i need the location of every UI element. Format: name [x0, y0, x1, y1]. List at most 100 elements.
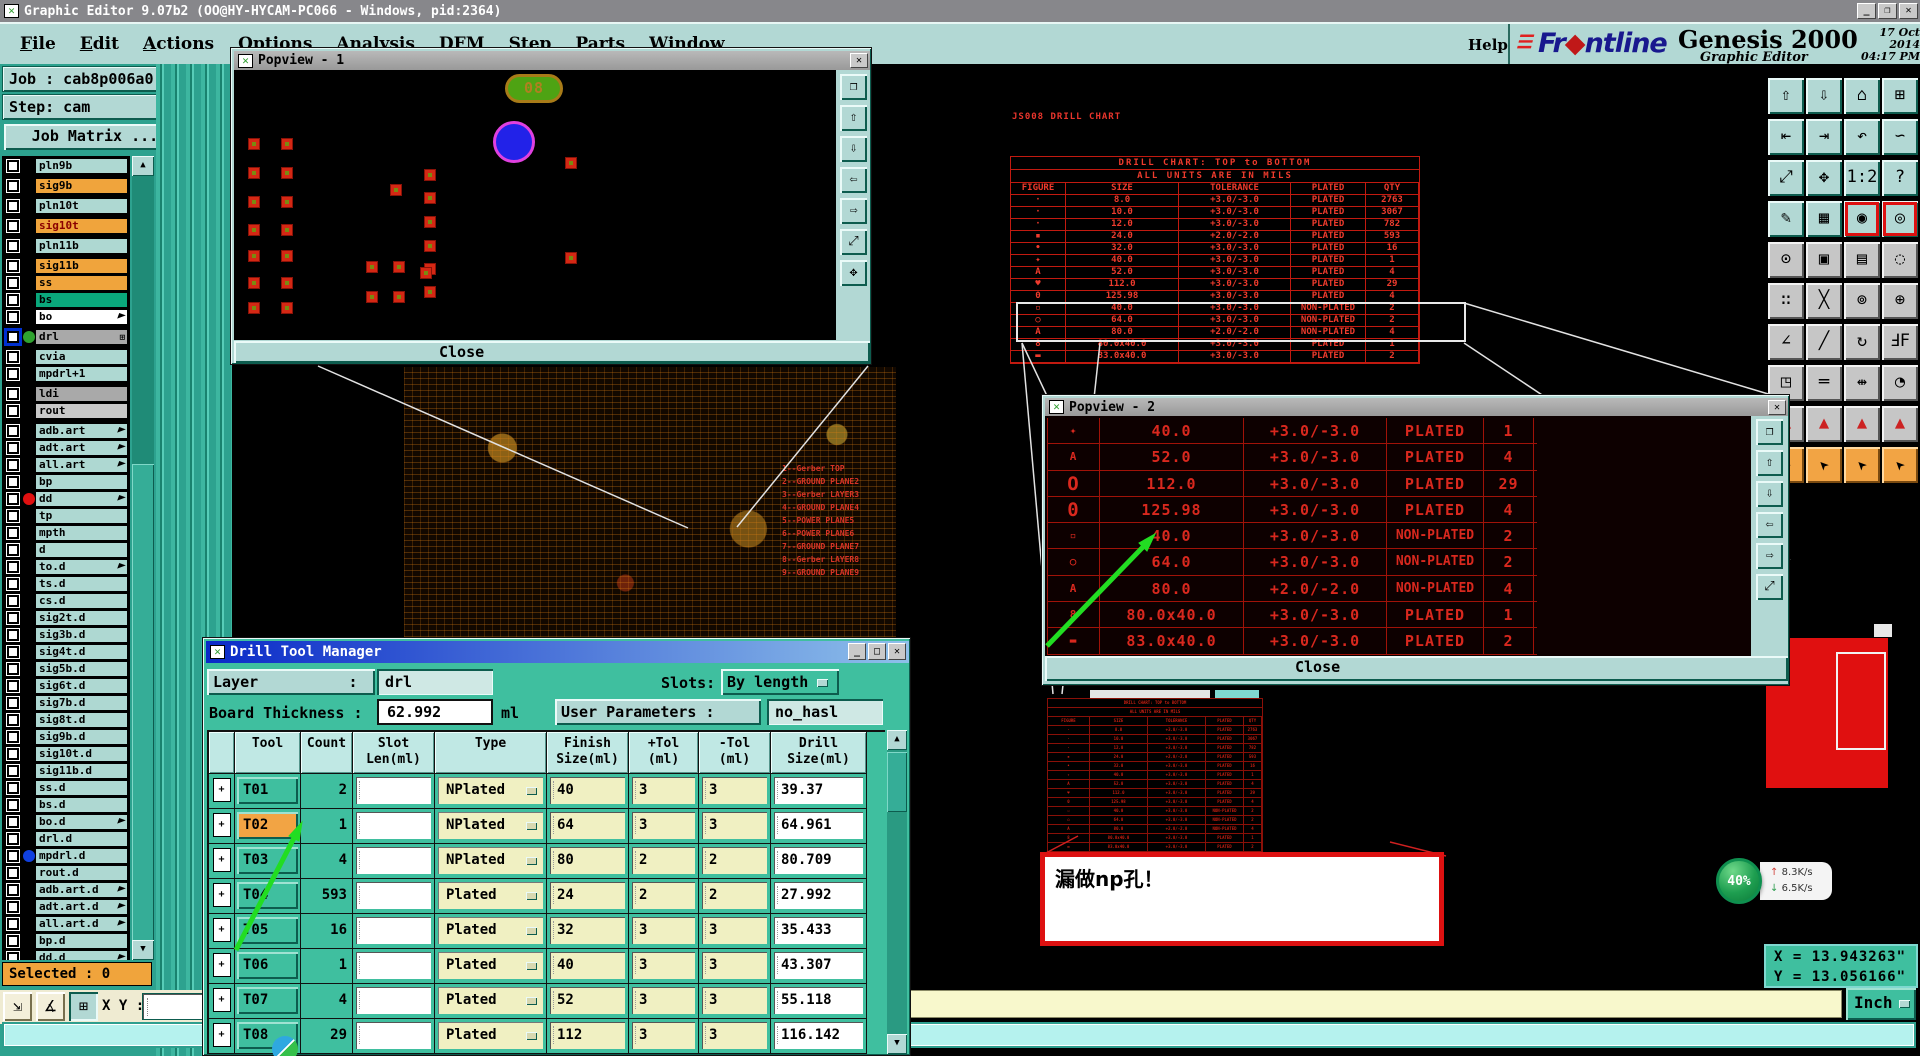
- layer-checkbox[interactable]: [7, 159, 19, 172]
- layer-row-sig8t.d[interactable]: sig8t.d: [2, 711, 130, 728]
- layer-name[interactable]: sig11b.d: [35, 762, 128, 779]
- layer-name[interactable]: rout: [35, 402, 128, 419]
- layer-row-drl.d[interactable]: drl.d: [2, 830, 130, 847]
- layer-name[interactable]: mpdrl.d: [35, 847, 128, 864]
- board-thickness-input[interactable]: 62.992: [377, 699, 493, 725]
- frame-copy-icon[interactable]: ▣: [1806, 242, 1842, 278]
- layer-checkbox[interactable]: [7, 276, 19, 289]
- add-slot-icon[interactable]: +: [212, 918, 231, 942]
- layer-checkbox[interactable]: [7, 424, 19, 437]
- user-parameters-input[interactable]: no_hasl: [767, 699, 883, 725]
- layer-checkbox[interactable]: [7, 679, 19, 692]
- slot-len-input[interactable]: [356, 847, 431, 874]
- layer-name[interactable]: ts.d: [35, 575, 128, 592]
- tile-xy-icon[interactable]: ⊞: [1882, 78, 1918, 114]
- layer-row-sig11b.d[interactable]: sig11b.d: [2, 762, 130, 779]
- layer-name[interactable]: rout.d: [35, 864, 128, 881]
- layer-row-sig10t.d[interactable]: sig10t.d: [2, 745, 130, 762]
- type-dropdown[interactable]: Plated: [438, 952, 543, 979]
- layer-checkbox[interactable]: [7, 883, 19, 896]
- marker-a4-icon[interactable]: ▲: [1882, 406, 1918, 442]
- layer-name[interactable]: drl.d: [35, 830, 128, 847]
- drill-size-input[interactable]: 55.118: [774, 987, 863, 1014]
- drill-size-input[interactable]: 43.307: [774, 952, 863, 979]
- popout-icon[interactable]: ❐: [1756, 419, 1783, 445]
- scroll-down-icon[interactable]: ⇩: [840, 136, 867, 162]
- finish-size-input[interactable]: 40: [550, 777, 625, 804]
- plus-tol-input[interactable]: 3: [632, 952, 695, 979]
- slot-len-input[interactable]: [356, 917, 431, 944]
- dashed-pad-icon[interactable]: ◌: [1882, 242, 1918, 278]
- fit-window-icon[interactable]: ⤢: [1768, 160, 1804, 196]
- layer-row-ss[interactable]: ss: [2, 274, 130, 291]
- layer-name[interactable]: sig6t.d: [35, 677, 128, 694]
- select-poly-icon[interactable]: ➤: [1844, 447, 1880, 483]
- layer-row-sig7b.d[interactable]: sig7b.d: [2, 694, 130, 711]
- select-rect-icon[interactable]: ➤: [1806, 447, 1842, 483]
- layer-name[interactable]: mpdrl+1: [35, 365, 128, 382]
- layer-name[interactable]: dd.d: [35, 949, 128, 960]
- pan-left-icon[interactable]: ⇤: [1768, 119, 1804, 155]
- layer-checkbox[interactable]: [7, 713, 19, 726]
- layer-checkbox[interactable]: [7, 179, 19, 192]
- layer-row-tp[interactable]: tp: [2, 507, 130, 524]
- layer-row-mpth[interactable]: mpth: [2, 524, 130, 541]
- layer-checkbox[interactable]: [7, 798, 19, 811]
- layer-checkbox[interactable]: [7, 577, 19, 590]
- layer-name[interactable]: sig7b.d: [35, 694, 128, 711]
- layer-row-bs[interactable]: bs: [2, 291, 130, 308]
- slot-len-input[interactable]: [356, 812, 431, 839]
- finish-size-input[interactable]: 112: [550, 1022, 625, 1049]
- layer-checkbox[interactable]: [7, 900, 19, 913]
- minus-tol-input[interactable]: 3: [702, 952, 767, 979]
- layer-checkbox[interactable]: [7, 645, 19, 658]
- layer-checkbox[interactable]: [7, 917, 19, 930]
- popview-2-canvas[interactable]: ✦ 40.0 +3.0/-3.0 PLATED 1 A 52.0 +3.0/-3.0 PLATE…: [1045, 416, 1751, 656]
- layer-name[interactable]: sig3b.d: [35, 626, 128, 643]
- menu-file[interactable]: File: [20, 34, 56, 54]
- minus-tol-input[interactable]: 3: [702, 917, 767, 944]
- dtm-titlebar[interactable]: ✕ Drill Tool Manager _ □ ✕: [206, 641, 909, 663]
- layer-name[interactable]: sig4t.d: [35, 643, 128, 660]
- layer-name[interactable]: to.d: [35, 558, 128, 575]
- layer-checkbox[interactable]: [7, 781, 19, 794]
- layer-name[interactable]: sig11b: [35, 257, 128, 274]
- layer-checkbox[interactable]: [7, 492, 19, 505]
- query-icon[interactable]: ?: [1882, 160, 1918, 196]
- ruler-icon[interactable]: ▤: [1844, 242, 1880, 278]
- layer-name[interactable]: sig9b.d: [35, 728, 128, 745]
- netlist-a-icon[interactable]: ◉: [1844, 201, 1880, 237]
- dtm-scrollbar[interactable]: ▲ ▼: [887, 730, 907, 1054]
- plus-tol-input[interactable]: 2: [632, 882, 695, 909]
- layer-checkbox[interactable]: [7, 404, 19, 417]
- layer-row-sig10t[interactable]: sig10t: [2, 217, 130, 234]
- dtm-maximize-icon[interactable]: □: [868, 643, 886, 660]
- plus-tol-input[interactable]: 2: [632, 847, 695, 874]
- finish-size-input[interactable]: 52: [550, 987, 625, 1014]
- serpentine-icon[interactable]: ∽: [1882, 119, 1918, 155]
- angle-icon[interactable]: ∠: [1768, 324, 1804, 360]
- finish-size-input[interactable]: 80: [550, 847, 625, 874]
- trace-icon[interactable]: ═: [1806, 365, 1842, 401]
- popview-2-titlebar[interactable]: ✕ Popview - 2 ✕: [1045, 398, 1788, 416]
- minus-tol-input[interactable]: 3: [702, 812, 767, 839]
- layer-checkbox[interactable]: [7, 259, 19, 272]
- layer-row-rout.d[interactable]: rout.d: [2, 864, 130, 881]
- type-dropdown[interactable]: NPlated: [438, 847, 543, 874]
- paste-up-icon[interactable]: ⇧: [1768, 78, 1804, 114]
- popview-1-close-button[interactable]: Close: [234, 341, 870, 363]
- pan-center-icon[interactable]: ✥: [1806, 160, 1842, 196]
- layer-row-bp.d[interactable]: bp.d: [2, 932, 130, 949]
- surface-icon[interactable]: ◔: [1882, 365, 1918, 401]
- layer-name[interactable]: sig5b.d: [35, 660, 128, 677]
- layer-name[interactable]: ss.d: [35, 779, 128, 796]
- layer-name[interactable]: bo: [35, 308, 128, 325]
- tool-button-T05[interactable]: T05: [237, 917, 298, 944]
- layer-checkbox[interactable]: [7, 832, 19, 845]
- layer-checkbox[interactable]: [7, 239, 19, 252]
- tool-button-T03[interactable]: T03: [237, 847, 298, 874]
- layer-row-drl[interactable]: drl ⊞: [2, 328, 130, 345]
- quadrant-toggle-icon[interactable]: ⊞: [69, 992, 98, 1021]
- mirror-icon[interactable]: ℲF: [1882, 324, 1918, 360]
- add-slot-icon[interactable]: +: [212, 813, 231, 837]
